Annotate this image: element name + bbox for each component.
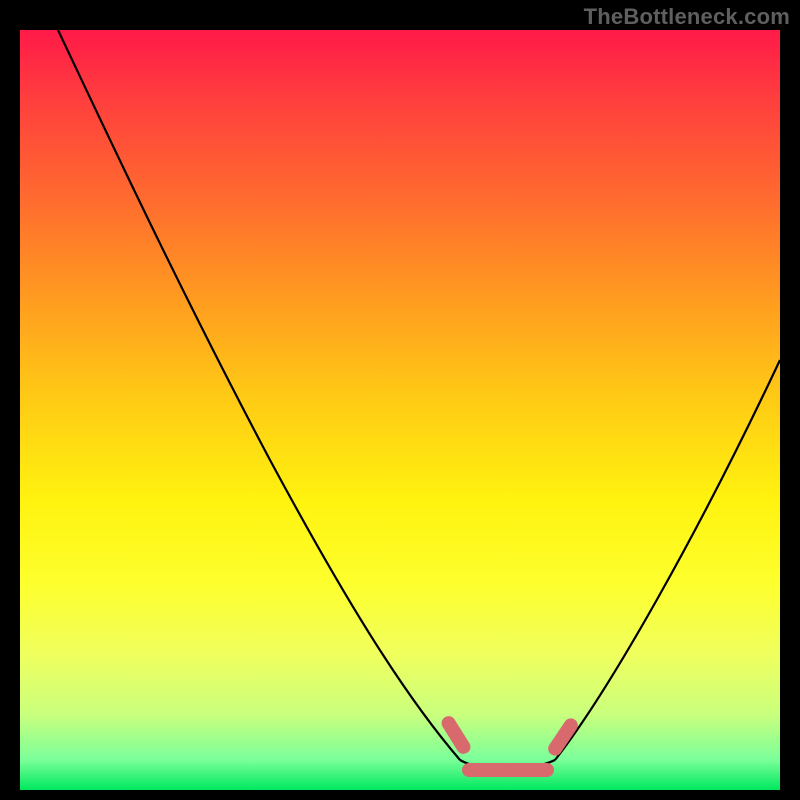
valley-flat-marker [462, 763, 554, 777]
curve-left-branch [58, 30, 460, 760]
curve-svg [20, 30, 780, 790]
watermark-text: TheBottleneck.com [584, 4, 790, 30]
curve-right-branch [555, 360, 780, 760]
plot-area [20, 30, 780, 790]
chart-frame: TheBottleneck.com [0, 0, 800, 800]
